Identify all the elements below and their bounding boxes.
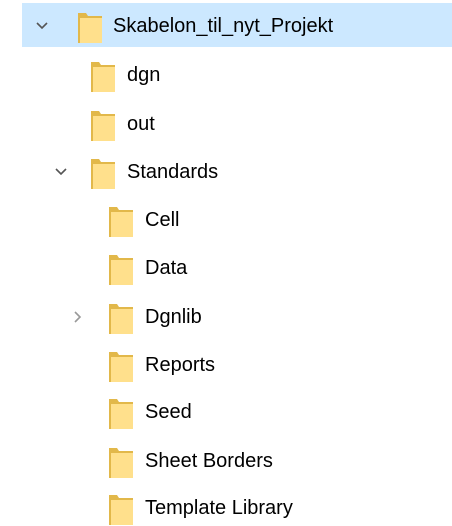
folder-icon [91, 159, 115, 189]
folder-icon [91, 111, 115, 141]
tree-item-label: Seed [145, 401, 192, 423]
folder-tree: Skabelon_til_nyt_Projekt dgn out Standar… [0, 0, 452, 525]
folder-icon [109, 495, 133, 525]
folder-icon [109, 304, 133, 334]
tree-item-seed[interactable]: Seed [0, 389, 452, 433]
chevron-right-icon[interactable] [70, 309, 86, 325]
tree-item-label: Reports [145, 354, 216, 376]
folder-icon [109, 352, 133, 382]
tree-item-label: out [127, 113, 155, 135]
tree-item-standards[interactable]: Standards [0, 149, 452, 193]
tree-item-label: dgn [127, 64, 161, 86]
tree-item-label: Template Library [145, 497, 293, 519]
tree-item-skabelon-til-nyt-projekt[interactable]: Skabelon_til_nyt_Projekt [0, 3, 452, 47]
tree-item-label: Standards [127, 161, 219, 183]
folder-icon [78, 13, 102, 43]
chevron-down-icon[interactable] [34, 18, 50, 34]
folder-icon [109, 255, 133, 285]
tree-item-label: Sheet Borders [145, 450, 273, 472]
folder-icon [91, 62, 115, 92]
tree-item-dgn[interactable]: dgn [0, 52, 452, 96]
folder-icon [109, 207, 133, 237]
tree-item-reports[interactable]: Reports [0, 342, 452, 386]
tree-item-label: Dgnlib [145, 306, 202, 328]
folder-icon [109, 399, 133, 429]
tree-item-label: Skabelon_til_nyt_Projekt [113, 15, 334, 37]
tree-item-label: Cell [145, 209, 180, 231]
tree-item-template-library[interactable]: Template Library [0, 476, 452, 525]
tree-item-cell[interactable]: Cell [0, 197, 452, 241]
tree-item-data[interactable]: Data [0, 245, 452, 289]
tree-item-label: Data [145, 257, 188, 279]
folder-icon [109, 448, 133, 478]
tree-item-out[interactable]: out [0, 101, 452, 145]
tree-item-dgnlib[interactable]: Dgnlib [0, 294, 452, 338]
chevron-down-icon[interactable] [53, 164, 69, 180]
